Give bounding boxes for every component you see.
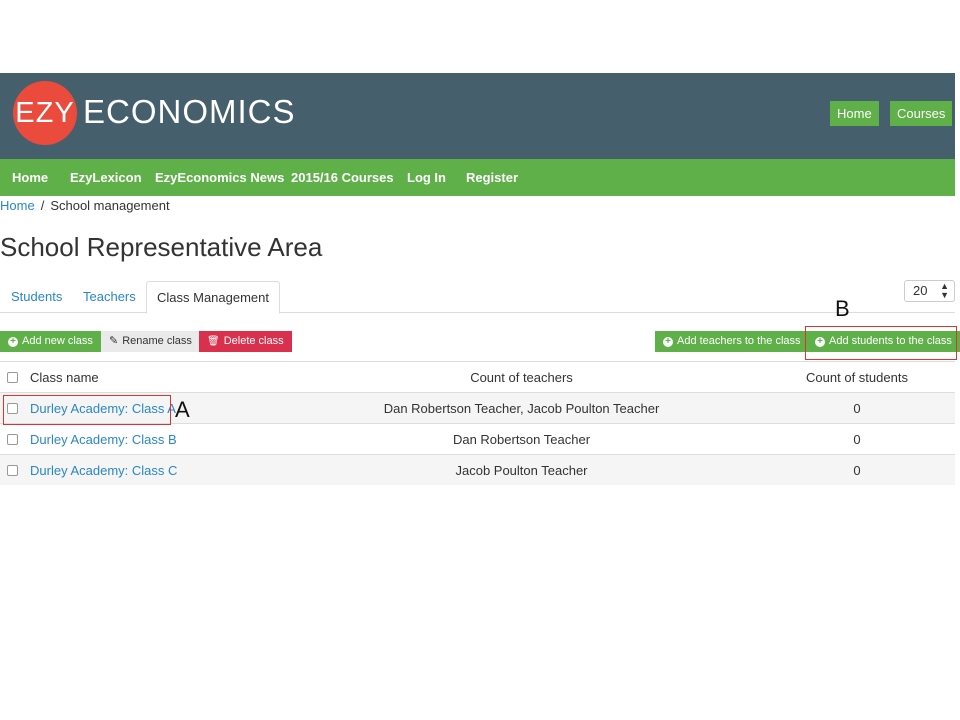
page-size-select[interactable]: 20 ▲ ▼ — [904, 280, 955, 302]
breadcrumb: Home / School management — [0, 197, 170, 214]
row-checkbox[interactable] — [7, 434, 18, 445]
add-teachers-label: Add teachers to the class — [677, 335, 801, 347]
teacher-list: Dan Robertson Teacher, Jacob Poulton Tea… — [383, 401, 660, 416]
annotation-box-a — [3, 395, 171, 425]
student-count: 0 — [853, 463, 861, 478]
header-home-button[interactable]: Home — [830, 101, 879, 126]
student-count: 0 — [853, 401, 861, 416]
table-row: Durley Academy: Class B Dan Robertson Te… — [0, 423, 955, 454]
nav-item-home[interactable]: Home — [12, 159, 48, 196]
rename-class-button[interactable]: ✎ Rename class — [101, 331, 200, 352]
teacher-list: Jacob Poulton Teacher — [455, 463, 588, 478]
annotation-label-b: B — [835, 296, 850, 321]
breadcrumb-separator: / — [40, 198, 45, 213]
tab-teachers[interactable]: Teachers — [73, 281, 146, 313]
select-arrows-icon: ▲ ▼ — [940, 281, 949, 300]
column-header-teachers[interactable]: Count of teachers — [330, 362, 713, 393]
nav-item-news[interactable]: EzyEconomics News — [155, 159, 284, 196]
nav-item-login[interactable]: Log In — [407, 159, 446, 196]
site-header: EZY ECONOMICS Home Courses — [0, 73, 955, 159]
logo-left-text: EZY — [15, 96, 75, 129]
tab-students[interactable]: Students — [1, 281, 72, 313]
add-new-class-label: Add new class — [22, 335, 93, 347]
nav-item-register[interactable]: Register — [466, 159, 518, 196]
table-row: Durley Academy: Class C Jacob Poulton Te… — [0, 454, 955, 485]
breadcrumb-home-link[interactable]: Home — [0, 198, 35, 213]
annotation-label-a: A — [175, 397, 190, 422]
teacher-list: Dan Robertson Teacher — [452, 432, 591, 447]
plus-circle-icon: + — [8, 336, 18, 347]
main-nav: Home EzyLexicon EzyEconomics News 2015/1… — [0, 159, 955, 196]
trash-icon: 🗑 — [207, 336, 220, 347]
tab-class-management[interactable]: Class Management — [146, 281, 280, 314]
class-name-link[interactable]: Durley Academy: Class B — [30, 424, 177, 455]
delete-class-button[interactable]: 🗑 Delete class — [199, 331, 292, 352]
delete-class-label: Delete class — [223, 335, 284, 347]
page-size-value: 20 — [913, 283, 928, 298]
row-checkbox[interactable] — [7, 465, 18, 476]
breadcrumb-current: School management — [50, 198, 170, 213]
rename-class-label: Rename class — [122, 335, 192, 347]
table-header-row: Class name Count of teachers Count of st… — [0, 361, 955, 392]
column-header-class-name[interactable]: Class name — [30, 362, 99, 393]
select-all-checkbox[interactable] — [7, 372, 18, 383]
logo-mark[interactable]: EZY — [13, 81, 77, 145]
nav-item-ezylexicon[interactable]: EzyLexicon — [70, 159, 142, 196]
tab-bar: Students Teachers Class Management — [0, 281, 955, 314]
add-new-class-button[interactable]: + Add new class — [0, 331, 101, 352]
plus-circle-icon: + — [663, 336, 673, 347]
logo-wordmark[interactable]: ECONOMICS — [83, 93, 296, 131]
edit-icon: ✎ — [109, 335, 119, 347]
add-teachers-button[interactable]: + Add teachers to the class — [655, 331, 809, 352]
annotation-box-b — [805, 326, 957, 360]
header-courses-button[interactable]: Courses — [890, 101, 953, 126]
column-header-students[interactable]: Count of students — [758, 362, 956, 393]
page-title: School Representative Area — [0, 232, 323, 262]
class-name-link[interactable]: Durley Academy: Class C — [30, 455, 177, 486]
student-count: 0 — [853, 432, 861, 447]
nav-item-courses[interactable]: 2015/16 Courses — [291, 159, 394, 196]
